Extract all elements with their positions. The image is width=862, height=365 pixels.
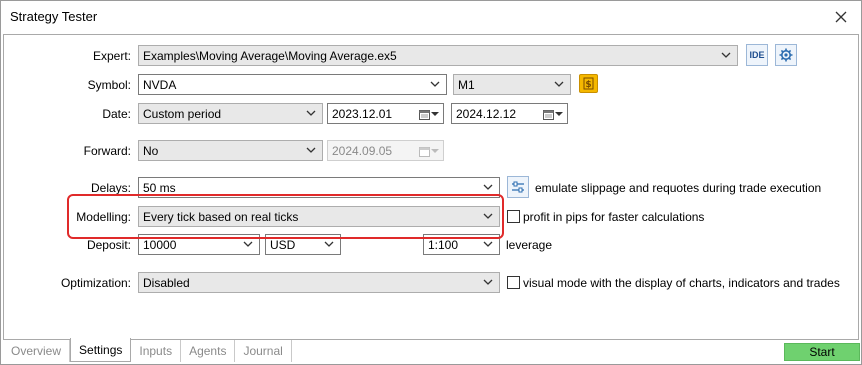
expert-properties-button[interactable] <box>775 44 797 66</box>
leverage-value: 1:100 <box>428 237 459 252</box>
date-from-picker[interactable]: 2023.12.01 <box>327 103 444 124</box>
forward-date-picker[interactable]: 2024.09.05 <box>327 140 444 161</box>
chevron-down-icon <box>483 279 493 285</box>
tab-inputs[interactable]: Inputs <box>131 340 182 362</box>
window-title: Strategy Tester <box>10 9 98 24</box>
leverage-label: leverage <box>506 238 553 252</box>
ide-label: IDE <box>749 50 765 60</box>
chevron-down-icon <box>430 81 440 87</box>
emulate-slippage-text: emulate slippage and requotes during tra… <box>535 181 822 195</box>
deposit-amount-value: 10000 <box>143 237 177 252</box>
title-bar: Strategy Tester <box>1 1 861 32</box>
chevron-down-icon <box>306 147 316 153</box>
gear-icon <box>779 48 793 62</box>
chevron-down-icon <box>483 241 493 247</box>
visual-mode-checkbox[interactable] <box>507 276 520 289</box>
expert-label: Expert: <box>92 49 131 63</box>
forward-date-value: 2024.09.05 <box>332 143 393 158</box>
deposit-currency-value: USD <box>270 237 296 252</box>
calendar-icon <box>543 107 563 121</box>
chevron-down-icon <box>721 52 731 58</box>
tab-agents[interactable]: Agents <box>181 340 236 362</box>
chevron-down-icon <box>243 241 253 247</box>
optimization-value: Disabled <box>143 275 190 290</box>
delay-settings-button[interactable] <box>507 176 529 198</box>
expert-value: Examples\Moving Average\Moving Average.e… <box>143 48 397 63</box>
expert-select[interactable]: Examples\Moving Average\Moving Average.e… <box>138 45 738 66</box>
chevron-down-icon <box>324 241 334 247</box>
tab-bar: Overview Settings Inputs Agents Journal <box>3 338 292 362</box>
forward-label: Forward: <box>83 144 131 158</box>
calendar-icon <box>419 107 439 121</box>
symbol-value: NVDA <box>143 77 177 92</box>
optimization-label: Optimization: <box>60 276 131 290</box>
delays-value: 50 ms <box>143 180 176 195</box>
optimization-select[interactable]: Disabled <box>138 272 500 293</box>
forward-select[interactable]: No <box>138 140 323 161</box>
symbol-select[interactable]: NVDA <box>138 74 447 95</box>
symbol-properties-button[interactable]: $ <box>579 74 598 93</box>
date-label: Date: <box>102 107 131 121</box>
strategy-tester-window: Strategy Tester Expert: Examples\Moving … <box>0 0 862 365</box>
date-period-value: Custom period <box>143 106 222 121</box>
timeframe-value: M1 <box>458 77 475 92</box>
profit-in-pips-checkbox[interactable] <box>507 210 520 223</box>
start-button[interactable]: Start <box>784 343 860 361</box>
modelling-highlight-box <box>67 194 504 239</box>
ide-button[interactable]: IDE <box>746 44 768 66</box>
forward-value: No <box>143 143 159 158</box>
date-to-value: 2024.12.12 <box>456 106 517 121</box>
visual-mode-text: visual mode with the display of charts, … <box>523 276 840 290</box>
deposit-label: Deposit: <box>86 238 131 252</box>
tab-journal[interactable]: Journal <box>235 340 292 362</box>
close-button[interactable] <box>821 1 861 32</box>
delays-label: Delays: <box>90 181 131 195</box>
tab-settings[interactable]: Settings <box>70 338 132 362</box>
sliders-icon <box>512 181 524 193</box>
calendar-icon <box>419 144 439 158</box>
profit-in-pips-text: profit in pips for faster calculations <box>523 210 705 224</box>
date-from-value: 2023.12.01 <box>332 106 393 121</box>
dollar-icon: $ <box>583 77 594 90</box>
date-to-picker[interactable]: 2024.12.12 <box>451 103 568 124</box>
chevron-down-icon <box>554 81 564 87</box>
symbol-label: Symbol: <box>87 78 131 92</box>
timeframe-select[interactable]: M1 <box>453 74 571 95</box>
chevron-down-icon <box>306 110 316 116</box>
date-period-select[interactable]: Custom period <box>138 103 323 124</box>
close-icon <box>835 11 847 22</box>
settings-panel: Expert: Examples\Moving Average\Moving A… <box>3 34 859 340</box>
svg-text:$: $ <box>585 80 591 90</box>
tab-overview[interactable]: Overview <box>3 340 71 362</box>
chevron-down-icon <box>483 184 493 190</box>
